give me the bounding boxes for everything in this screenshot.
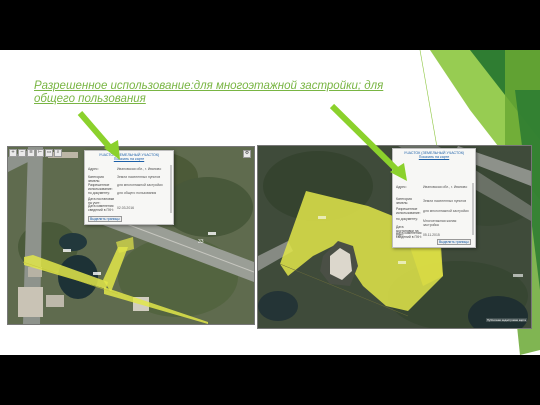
slide: Разрешенное использование:для многоэтажн… xyxy=(0,50,540,355)
green-arrow-left-icon xyxy=(77,111,120,160)
arrows-overlay xyxy=(77,103,407,181)
green-arrow-right-icon xyxy=(329,103,407,181)
